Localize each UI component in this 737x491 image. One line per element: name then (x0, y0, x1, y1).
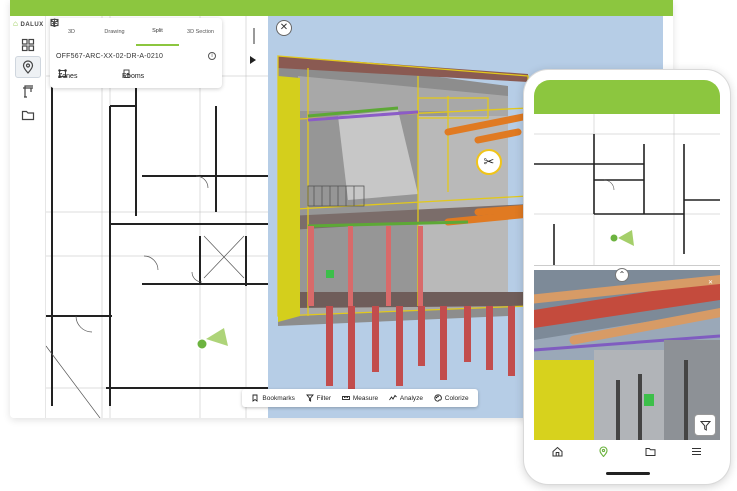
document-name: OFF567-ARC-XX-02-DR-A-0210 (56, 53, 164, 60)
home-icon (552, 446, 563, 457)
sidebar-item-crane[interactable] (15, 80, 41, 102)
tab-3d-section[interactable]: 3D Section (50, 18, 222, 46)
tab-split-label: Split (152, 28, 163, 34)
analyze-button[interactable]: Analyze (389, 394, 423, 402)
mobile-filter-button[interactable] (694, 414, 716, 436)
folder-icon (21, 110, 35, 121)
chevron-up-icon: ⌃ (618, 270, 626, 279)
folder-icon (645, 448, 656, 456)
tab-drawing-label: Drawing (104, 29, 125, 35)
palette-icon (434, 394, 442, 402)
mobile-floor-plan-view[interactable] (534, 114, 720, 266)
nav-menu[interactable] (691, 444, 702, 462)
view-mode-panel: 3D Drawing Split 3D Section OFF567-ARC-X… (50, 18, 222, 88)
close-split-button[interactable]: ✕ (276, 20, 292, 36)
door-icon (123, 69, 130, 78)
analyze-label: Analyze (399, 394, 424, 402)
rooms-button[interactable]: Rooms (122, 69, 144, 83)
app-logo-text: DALUX (20, 22, 44, 28)
bookmarks-button[interactable]: Bookmarks (251, 394, 295, 402)
filter-button[interactable]: Filter (305, 394, 332, 402)
app-header-bar (10, 0, 673, 16)
marketing-composite: ⌂ DALUX 3D Drawing Split 3D Section OFF5… (0, 0, 737, 491)
app-logo: ⌂ DALUX (13, 19, 44, 28)
bookmarks-label: Bookmarks (262, 394, 295, 402)
menu-icon (692, 447, 702, 456)
location-pin-icon (22, 60, 34, 74)
home-indicator (606, 472, 650, 475)
nav-folder[interactable] (645, 444, 656, 462)
measure-button[interactable]: Measure (341, 394, 379, 402)
colorize-button[interactable]: Colorize (434, 394, 469, 402)
mobile-header-bar (534, 80, 720, 114)
nav-home[interactable] (552, 444, 563, 462)
mobile-close-icon[interactable]: ✕ (708, 279, 713, 286)
collapse-button[interactable]: ⌃ (615, 268, 629, 282)
zones-button[interactable]: Zones (58, 69, 77, 83)
tab-split[interactable]: Split (50, 18, 179, 46)
tab-3d-section-label: 3D Section (187, 29, 214, 35)
analyze-icon (389, 394, 397, 401)
sidebar-item-location[interactable] (15, 56, 41, 78)
colorize-label: Colorize (444, 394, 469, 402)
zones-icon (58, 69, 67, 78)
filter-label: Filter (316, 394, 332, 402)
mobile-3d-view[interactable] (534, 270, 720, 440)
sidebar-item-folder[interactable] (15, 104, 41, 126)
sidebar-item-grid[interactable] (15, 34, 41, 56)
close-icon: ✕ (279, 22, 289, 33)
filter-icon (699, 420, 711, 431)
floor-plan-view[interactable]: 3D Drawing Split 3D Section OFF567-ARC-X… (46, 16, 278, 418)
sidebar: ⌂ DALUX (10, 16, 46, 418)
mobile-bottom-nav (534, 440, 720, 466)
section-cube-icon (50, 18, 59, 27)
scissors-icon: ✂ (483, 154, 495, 169)
view-mode-tabs: 3D Drawing Split 3D Section (50, 18, 222, 46)
measure-icon (341, 396, 350, 400)
info-icon[interactable]: i (208, 52, 216, 60)
crane-icon (23, 85, 33, 98)
location-pin-icon (599, 446, 608, 458)
tab-3d-label: 3D (67, 29, 76, 35)
model-toolbar: Bookmarks Filter Measure Analyze Coloriz… (242, 389, 478, 407)
nav-location[interactable] (598, 444, 609, 462)
grid-icon (21, 38, 35, 52)
bookmark-icon (252, 394, 258, 402)
tab-drawing[interactable]: Drawing (50, 18, 136, 46)
filter-icon (305, 394, 314, 402)
measure-label: Measure (352, 394, 379, 402)
mobile-bim-render (534, 270, 720, 440)
mobile-device: ✕ ⌃ (524, 70, 730, 484)
section-cut-button[interactable]: ✂ (476, 149, 502, 175)
mobile-floor-plan-drawing (534, 114, 720, 265)
